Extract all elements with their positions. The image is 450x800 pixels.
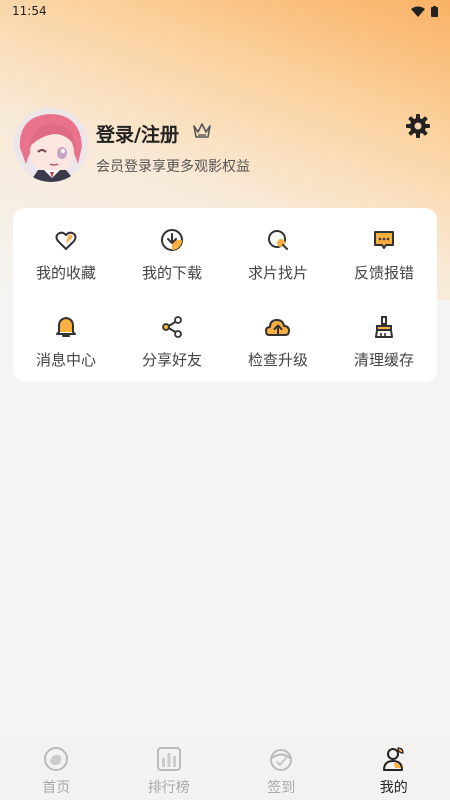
menu-item-clear-cache[interactable]: 清理缓存 — [331, 295, 437, 382]
checkin-icon — [267, 745, 295, 773]
menu-item-label: 消息中心 — [35, 351, 96, 369]
status-time: 11:54 — [12, 4, 47, 18]
heart-icon — [52, 226, 80, 254]
profile-icon — [380, 745, 408, 773]
upgrade-icon — [264, 313, 292, 341]
tab-home[interactable]: 首页 — [0, 738, 113, 800]
wifi-icon — [411, 6, 425, 17]
login-register-title[interactable]: 登录/注册 — [96, 120, 179, 147]
status-bar: 11:54 — [0, 0, 450, 22]
menu-item-label: 反馈报错 — [353, 264, 414, 282]
menu-item-label: 求片找片 — [247, 264, 308, 282]
menu-item-feedback[interactable]: 反馈报错 — [331, 208, 437, 295]
tab-label: 签到 — [267, 780, 296, 796]
menu-item-request-film[interactable]: 求片找片 — [225, 208, 331, 295]
tab-checkin[interactable]: 签到 — [225, 738, 338, 800]
menu-item-label: 我的下载 — [141, 264, 202, 282]
avatar[interactable] — [14, 108, 88, 182]
home-icon — [42, 745, 70, 773]
menu-item-check-update[interactable]: 检查升级 — [225, 295, 331, 382]
search-film-icon — [264, 226, 292, 254]
tab-label: 首页 — [42, 780, 71, 796]
ranking-icon — [155, 745, 183, 773]
download-icon — [158, 226, 186, 254]
menu-item-label: 我的收藏 — [35, 264, 96, 282]
menu-item-label: 分享好友 — [141, 351, 202, 369]
menu-item-downloads[interactable]: 我的下载 — [119, 208, 225, 295]
crown-icon — [193, 123, 211, 138]
feedback-icon — [370, 226, 398, 254]
battery-icon — [431, 5, 438, 17]
menu-item-label: 检查升级 — [247, 351, 308, 369]
menu-item-messages[interactable]: 消息中心 — [13, 295, 119, 382]
menu-card: 我的收藏 我的下载 求片找片 反馈报错 消息中心 分享好友 检查升级 清理缓存 — [13, 208, 437, 382]
tab-label: 排行榜 — [147, 780, 190, 796]
menu-item-share[interactable]: 分享好友 — [119, 295, 225, 382]
bell-icon — [52, 313, 80, 341]
share-icon — [158, 313, 186, 341]
profile-header[interactable]: 登录/注册 会员登录享更多观影权益 — [14, 106, 436, 186]
login-subtitle: 会员登录享更多观影权益 — [96, 159, 250, 175]
menu-item-favorites[interactable]: 我的收藏 — [13, 208, 119, 295]
tab-profile[interactable]: 我的 — [338, 738, 450, 800]
tab-ranking[interactable]: 排行榜 — [113, 738, 226, 800]
clean-icon — [370, 313, 398, 341]
menu-item-label: 清理缓存 — [353, 351, 414, 369]
tab-label: 我的 — [379, 780, 408, 796]
gear-icon[interactable] — [404, 112, 432, 140]
bottom-tab-bar: 首页 排行榜 签到 我的 — [0, 738, 450, 800]
